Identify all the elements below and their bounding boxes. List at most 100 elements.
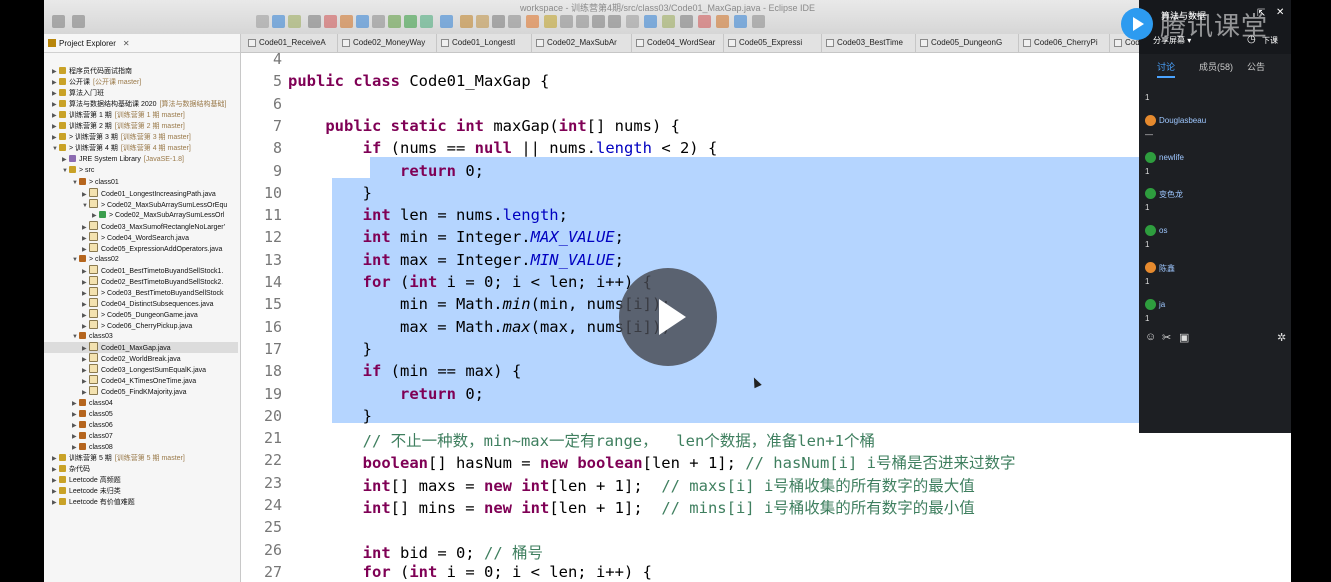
tree-item[interactable]: ▶ JRE System Library [JavaSE-1.8] — [44, 154, 238, 165]
toolbar-button-icon[interactable] — [324, 15, 337, 28]
close-icon[interactable]: ✕ — [1276, 7, 1284, 18]
toolbar-button-icon[interactable] — [308, 15, 321, 28]
toolbar-button-icon[interactable] — [492, 15, 505, 28]
tree-item[interactable]: ▶ 训练营第 1 期 [训练营第 1 期 master] — [44, 110, 238, 121]
toolbar-button-icon[interactable] — [288, 15, 301, 28]
tree-item-label: Code05_FindKMajority.java — [101, 389, 187, 397]
tree-expand-icon[interactable]: ▶ — [52, 498, 59, 509]
tree-item[interactable]: ▶ class05 — [44, 409, 238, 420]
toolbar-button-icon[interactable] — [256, 15, 269, 28]
tree-item[interactable]: ▼ > src — [44, 165, 238, 176]
tree-item[interactable]: ▶ Code02_WorldBreak.java — [44, 353, 238, 364]
toolbar-button-icon[interactable] — [420, 15, 433, 28]
toolbar-button-icon[interactable] — [592, 15, 605, 28]
tree-item[interactable]: ▶ 训练营第 5 期 [训练营第 5 期 master] — [44, 453, 238, 464]
toolbar-button-icon[interactable] — [560, 15, 573, 28]
tree-item[interactable]: ▶ > 训练营第 3 期 [训练营第 3 期 master] — [44, 132, 238, 143]
tree-item[interactable]: ▶ > Code05_DungeonGame.java — [44, 309, 238, 320]
toolbar-button-icon[interactable] — [460, 15, 473, 28]
tree-item[interactable]: ▶ Code03_MaxSumofRectangleNoLarger' — [44, 220, 238, 232]
tree-item[interactable]: ▼ class03 — [44, 331, 238, 342]
tree-item[interactable]: ▶ Code01_LongestIncreasingPath.java — [44, 187, 238, 199]
tree-item[interactable]: ▶ Code04_KTimesOneTime.java — [44, 375, 238, 386]
toolbar-button-icon[interactable] — [680, 15, 693, 28]
editor-tab[interactable]: Code05_DungeonG — [917, 34, 1019, 52]
emoji-icon[interactable]: ☺ — [1145, 331, 1156, 343]
editor-tab[interactable]: Code01_ReceiveA — [245, 34, 338, 52]
tree-item[interactable]: ▶ 算法与数据结构基础课 2020 [算法与数据结构基础] — [44, 99, 238, 110]
toolbar-button-icon[interactable] — [544, 15, 557, 28]
settings-icon[interactable]: ✲ — [1277, 331, 1286, 344]
panel-tab[interactable]: 成员(58) — [1199, 60, 1233, 73]
code-token: } — [288, 339, 372, 358]
tree-item[interactable]: ▶ class06 — [44, 420, 238, 431]
editor-tab[interactable]: Code05_Expressi — [725, 34, 822, 52]
tree-item[interactable]: ▶ > Code06_CherryPickup.java — [44, 320, 238, 331]
tree-item[interactable]: ▶ Code03_LongestSumEqualK.java — [44, 364, 238, 375]
tree-item[interactable]: ▼ > class01 — [44, 177, 238, 188]
tree-item[interactable]: ▶ 杂代码 — [44, 464, 238, 475]
toolbar-button-icon[interactable] — [476, 15, 489, 28]
toolbar-button-icon[interactable] — [526, 15, 539, 28]
toolbar-button-icon[interactable] — [340, 15, 353, 28]
tree-item[interactable]: ▶ Code01_MaxGap.java — [44, 342, 238, 354]
tree-item[interactable]: ▶ class08 — [44, 442, 238, 453]
toolbar-button-icon[interactable] — [734, 15, 747, 28]
toolbar-button-icon[interactable] — [576, 15, 589, 28]
code-editor[interactable]: 4 5 public class Code01_MaxGap {6 7 public … — [241, 53, 1291, 582]
tree-item[interactable]: ▼ > class02 — [44, 254, 238, 265]
toolbar-button-icon[interactable] — [272, 15, 285, 28]
tree-item[interactable]: ▶ Code02_BestTimetoBuyandSellStock2. — [44, 275, 238, 287]
toolbar-button-icon[interactable] — [356, 15, 369, 28]
play-button[interactable] — [619, 268, 717, 366]
editor-tab[interactable]: Code02_MoneyWay — [339, 34, 437, 52]
tree-item[interactable]: ▶ 公开课 [公开课 master] — [44, 77, 238, 88]
toolbar-button-icon[interactable] — [388, 15, 401, 28]
editor-tab[interactable]: Code01_LongestI — [438, 34, 532, 52]
tree-item[interactable]: ▶ 训练营第 2 期 [训练营第 2 期 master] — [44, 121, 238, 132]
tree-item[interactable]: ▶ > Code04_WordSearch.java — [44, 231, 238, 243]
editor-tab[interactable]: Code02_MaxSubAr — [533, 34, 632, 52]
tree-item[interactable]: ▶ > Code03_BestTimetoBuyandSellStock — [44, 287, 238, 298]
tree-item[interactable]: ▶ class07 — [44, 431, 238, 442]
toolbar-button-icon[interactable] — [698, 15, 711, 28]
tree-item[interactable]: ▶ Leetcode 未归类 — [44, 486, 238, 497]
tree-item[interactable]: ▶ 程序员代码面试指南 — [44, 66, 238, 77]
tree-item[interactable]: ▼ > Code02_MaxSubArraySumLessOrEqu — [44, 198, 238, 210]
tree-item-label: class07 — [89, 432, 113, 440]
toolbar-button-icon[interactable] — [644, 15, 657, 28]
toolbar-button-icon[interactable] — [52, 15, 65, 28]
panel-tab[interactable]: 公告 — [1247, 60, 1265, 73]
brand-watermark: 腾讯课堂 — [1160, 11, 1269, 41]
toolbar-button-icon[interactable] — [508, 15, 521, 28]
tree-item[interactable]: ▶ Leetcode 高频题 — [44, 475, 238, 486]
toolbar-button-icon[interactable] — [72, 15, 85, 28]
toolbar-button-icon[interactable] — [404, 15, 417, 28]
line-number: 20 — [263, 406, 282, 425]
toolbar-button-icon[interactable] — [662, 15, 675, 28]
tree-item-label: Code01_MaxGap.java — [101, 345, 171, 353]
tree-item[interactable]: ▶ Code05_FindKMajority.java — [44, 386, 238, 397]
image-icon[interactable]: ▣ — [1179, 331, 1189, 344]
toolbar-button-icon[interactable] — [440, 15, 453, 28]
tree-item[interactable]: ▼ > 训练营第 4 期 [训练营第 4 期 master] — [44, 143, 238, 154]
editor-tab[interactable]: Code04_WordSear — [633, 34, 724, 52]
editor-tab[interactable]: Code03_BestTime — [823, 34, 916, 52]
toolbar-button-icon[interactable] — [626, 15, 639, 28]
toolbar-button-icon[interactable] — [372, 15, 385, 28]
toolbar-button-icon[interactable] — [752, 15, 765, 28]
tree-item[interactable]: ▶ Leetcode 有价值难题 — [44, 497, 238, 508]
tree-item[interactable]: ▶ > Code02_MaxSubArraySumLessOrl — [44, 210, 238, 221]
close-icon[interactable]: ✕ — [123, 39, 130, 48]
tree-item[interactable]: ▶ Code01_BestTimetoBuyandSellStock1. — [44, 264, 238, 276]
tree-item[interactable]: ▶ Code05_ExpressionAddOperators.java — [44, 242, 238, 254]
panel-tab[interactable]: 讨论 — [1157, 60, 1176, 78]
editor-tab[interactable]: Code06_CherryPi — [1020, 34, 1110, 52]
toolbar-button-icon[interactable] — [608, 15, 621, 28]
tree-item[interactable]: ▶ 算法入门班 — [44, 88, 238, 99]
tree-item[interactable]: ▶ class04 — [44, 398, 238, 409]
scissors-icon[interactable]: ✂ — [1162, 331, 1171, 344]
tree-item[interactable]: ▶ Code04_DistinctSubsequences.java — [44, 298, 238, 309]
toolbar-button-icon[interactable] — [716, 15, 729, 28]
code-token: int — [409, 273, 438, 291]
